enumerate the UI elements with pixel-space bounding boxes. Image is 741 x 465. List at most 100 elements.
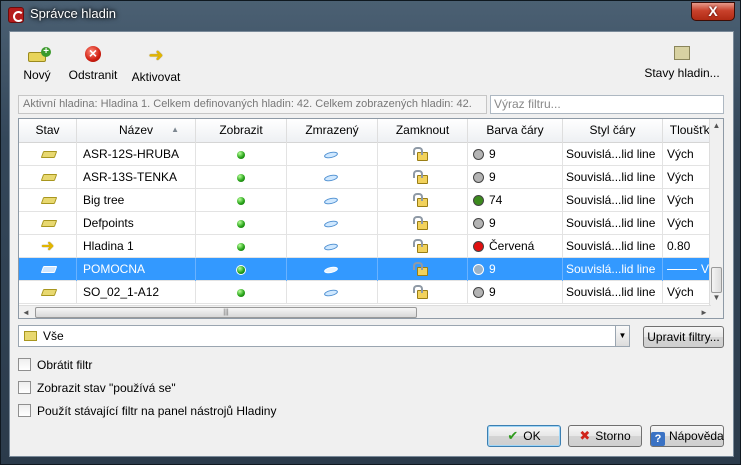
color-swatch-icon xyxy=(473,287,484,298)
activate-layer-label: Aktivovat xyxy=(131,70,181,84)
show-in-use-checkbox[interactable]: Zobrazit stav "používá se" xyxy=(18,381,176,397)
visible-light-icon[interactable] xyxy=(237,174,245,182)
checkbox-icon[interactable] xyxy=(18,358,31,371)
linetype-cell[interactable]: Souvislá...lid line xyxy=(563,281,663,304)
table-row[interactable]: Big tree 74 Souvislá...lid line Vých xyxy=(19,189,711,212)
column-header-state[interactable]: Stav xyxy=(19,119,77,143)
unlocked-icon[interactable] xyxy=(413,193,428,207)
unlocked-icon[interactable] xyxy=(413,147,428,161)
layer-states-button[interactable]: Stavy hladin... xyxy=(644,46,720,80)
delete-icon xyxy=(85,45,101,62)
lineweight-sample-icon xyxy=(667,269,697,270)
close-button[interactable]: X xyxy=(691,2,735,21)
new-layer-button[interactable]: Nový xyxy=(16,46,58,82)
sort-ascending-icon: ▲ xyxy=(171,125,179,134)
thawed-icon[interactable] xyxy=(323,288,339,298)
column-header-name[interactable]: Název ▲ xyxy=(77,119,196,143)
title-bar[interactable]: Správce hladin X xyxy=(1,1,741,29)
linetype-cell[interactable]: Souvislá...lid line xyxy=(563,143,663,166)
color-swatch-icon xyxy=(473,218,484,229)
chevron-down-icon[interactable]: ▼ xyxy=(615,326,629,346)
visible-light-icon[interactable] xyxy=(237,197,245,205)
color-label: 9 xyxy=(489,147,496,161)
invert-filter-checkbox[interactable]: Obrátit filtr xyxy=(18,358,92,374)
column-header-linetype[interactable]: Styl čáry xyxy=(563,119,663,143)
linetype-cell[interactable]: Souvislá...lid line xyxy=(563,212,663,235)
current-layer-arrow-icon: ➜ xyxy=(41,238,55,255)
table-row[interactable]: ASR-13S-TENKA 9 Souvislá...lid line Vých xyxy=(19,166,711,189)
delete-layer-button[interactable]: Odstranit xyxy=(66,45,120,82)
linetype-cell[interactable]: Souvislá...lid line xyxy=(563,189,663,212)
layer-states-label: Stavy hladin... xyxy=(644,66,720,80)
thawed-icon[interactable] xyxy=(323,150,339,160)
layer-name: ASR-13S-TENKA xyxy=(77,166,196,189)
thawed-icon[interactable] xyxy=(323,173,339,183)
layer-filter-dropdown[interactable]: Vše ▼ xyxy=(18,325,630,347)
column-header-frozen[interactable]: Zmrazený xyxy=(287,119,378,143)
color-swatch-icon xyxy=(473,172,484,183)
table-row[interactable]: SO_02_1-A12 9 Souvislá...lid line Vých xyxy=(19,281,711,304)
column-header-lock[interactable]: Zamknout xyxy=(378,119,468,143)
folder-icon xyxy=(40,151,58,158)
vertical-scroll-thumb[interactable] xyxy=(711,267,722,293)
checkbox-icon[interactable] xyxy=(18,404,31,417)
color-label: 9 xyxy=(489,170,496,184)
color-swatch-icon xyxy=(473,149,484,160)
folder-icon xyxy=(40,220,58,227)
color-swatch-icon xyxy=(473,241,484,252)
dialog-window: Správce hladin X Nový Odstranit ➜ Aktivo… xyxy=(0,0,741,465)
thawed-icon[interactable] xyxy=(323,219,339,229)
table-row[interactable]: ASR-12S-HRUBA 9 Souvislá...lid line Vých xyxy=(19,143,711,166)
layer-name: Defpoints xyxy=(77,212,196,235)
visible-light-icon[interactable] xyxy=(237,243,245,251)
filter-expression-input[interactable]: Výraz filtru... xyxy=(490,95,724,114)
folder-icon xyxy=(40,289,58,296)
help-button[interactable]: ? Nápověda xyxy=(650,425,724,447)
ok-button[interactable]: ✔ OK xyxy=(487,425,561,447)
table-row[interactable]: Defpoints 9 Souvislá...lid line Vých xyxy=(19,212,711,235)
color-swatch-icon xyxy=(473,264,484,275)
visible-light-icon[interactable] xyxy=(237,289,245,297)
horizontal-scrollbar[interactable]: ◄ ||| ► xyxy=(19,305,711,318)
layer-name: ASR-12S-HRUBA xyxy=(77,143,196,166)
scroll-right-icon[interactable]: ► xyxy=(697,306,711,318)
apply-filter-toolbar-checkbox[interactable]: Použít stávající filtr na panel nástrojů… xyxy=(18,404,276,420)
scroll-left-icon[interactable]: ◄ xyxy=(19,306,33,318)
visible-light-icon[interactable] xyxy=(237,266,245,274)
column-header-color[interactable]: Barva čáry xyxy=(468,119,563,143)
unlocked-icon[interactable] xyxy=(413,262,428,276)
vertical-scrollbar[interactable]: ▲ ▼ xyxy=(709,119,723,318)
cancel-button[interactable]: ✖ Storno xyxy=(568,425,642,447)
linetype-cell[interactable]: Souvislá...lid line xyxy=(563,258,663,281)
checkbox-icon[interactable] xyxy=(18,381,31,394)
new-layer-label: Nový xyxy=(23,68,51,82)
help-icon: ? xyxy=(651,432,665,446)
linetype-cell[interactable]: Souvislá...lid line xyxy=(563,235,663,258)
scroll-up-icon[interactable]: ▲ xyxy=(710,119,723,132)
folder-icon xyxy=(40,266,58,273)
edit-filters-button[interactable]: Upravit filtry... xyxy=(643,326,724,348)
color-label: 9 xyxy=(489,262,496,276)
thawed-icon[interactable] xyxy=(323,265,339,275)
grid-header: Stav Název ▲ Zobrazit Zmrazený Zamknout … xyxy=(19,119,723,143)
unlocked-icon[interactable] xyxy=(413,170,428,184)
visible-light-icon[interactable] xyxy=(237,220,245,228)
color-label: 9 xyxy=(489,285,496,299)
column-header-show[interactable]: Zobrazit xyxy=(196,119,287,143)
table-row-selected[interactable]: POMOCNA 9 Souvislá...lid line Vých xyxy=(19,258,723,281)
scroll-down-icon[interactable]: ▼ xyxy=(710,291,723,304)
table-row[interactable]: ➜ Hladina 1 Červená Souvislá...lid line … xyxy=(19,235,711,258)
horizontal-scroll-thumb[interactable]: ||| xyxy=(35,307,417,318)
thawed-icon[interactable] xyxy=(323,242,339,252)
activate-layer-button[interactable]: ➜ Aktivovat xyxy=(130,46,182,84)
toolbar: Nový Odstranit ➜ Aktivovat Stavy hladin.… xyxy=(10,32,733,90)
color-label: 74 xyxy=(489,193,503,207)
unlocked-icon[interactable] xyxy=(413,216,428,230)
unlocked-icon[interactable] xyxy=(413,239,428,253)
unlocked-icon[interactable] xyxy=(413,285,428,299)
linetype-cell[interactable]: Souvislá...lid line xyxy=(563,166,663,189)
column-header-name-label: Název xyxy=(118,123,153,137)
layer-status-text: Aktivní hladina: Hladina 1. Celkem defin… xyxy=(18,95,487,114)
thawed-icon[interactable] xyxy=(323,196,339,206)
visible-light-icon[interactable] xyxy=(237,151,245,159)
